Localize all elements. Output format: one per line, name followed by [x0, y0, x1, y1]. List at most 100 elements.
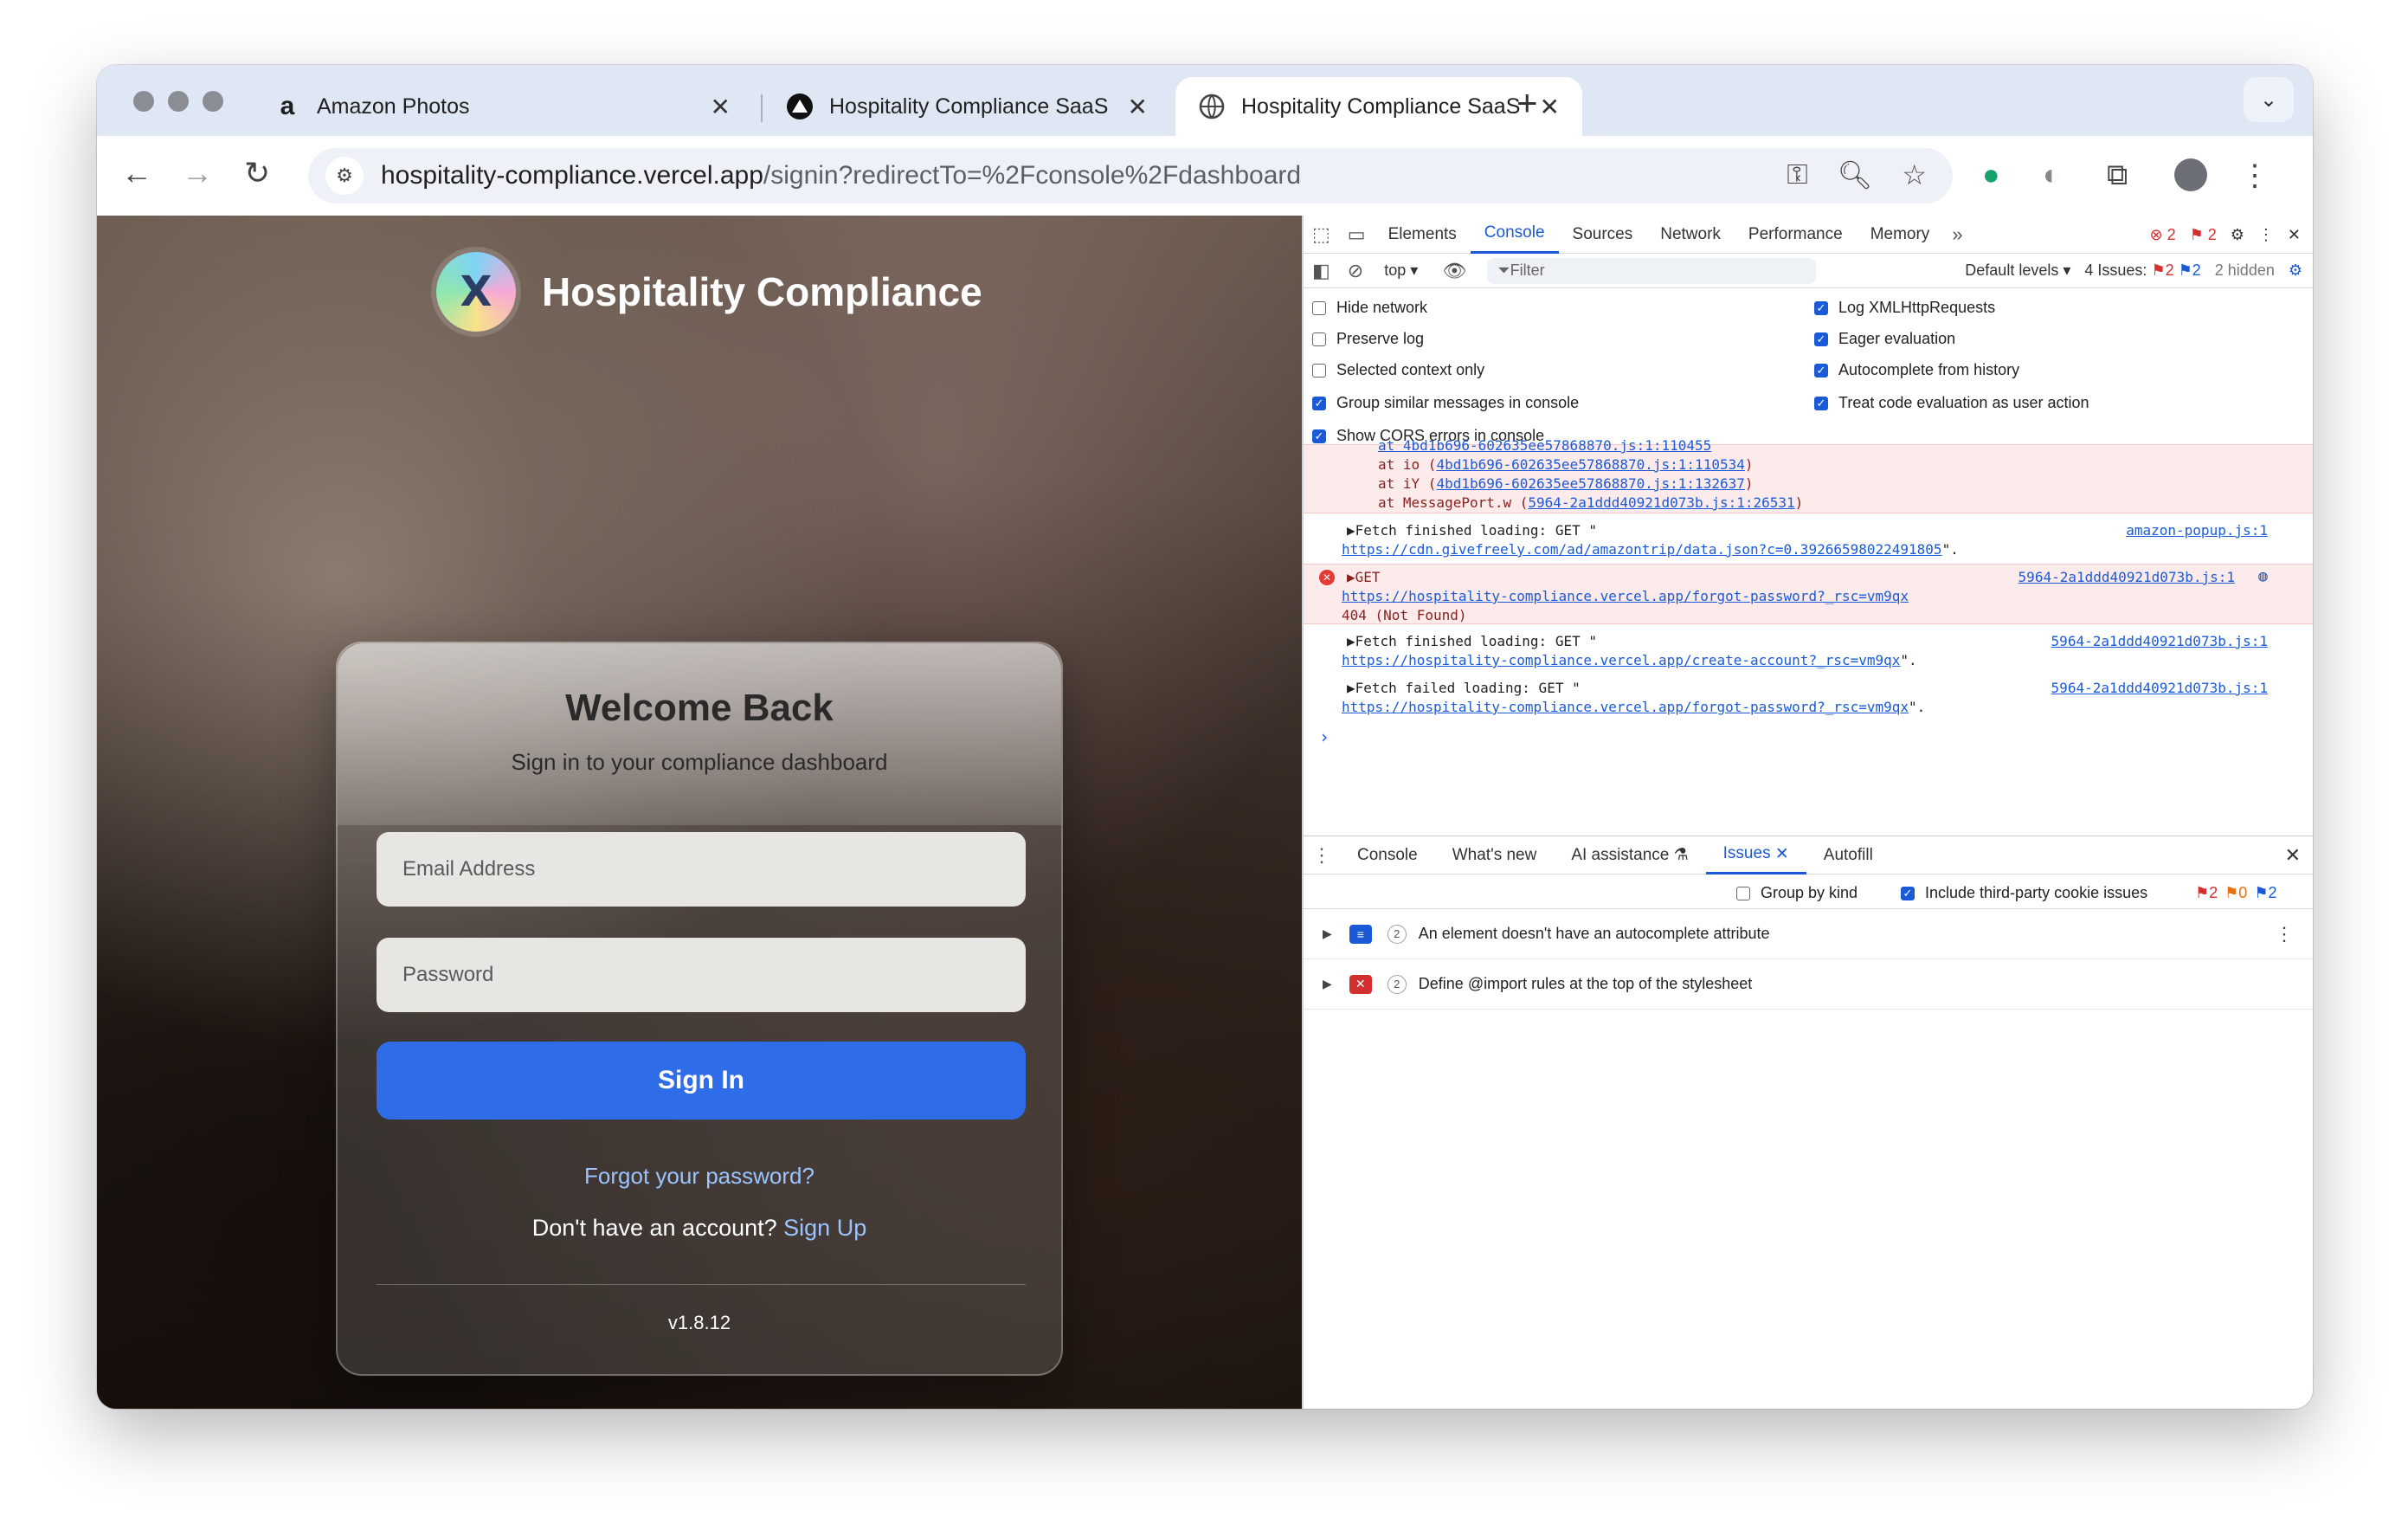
tab-elements[interactable]: Elements: [1375, 216, 1471, 254]
console-source-link[interactable]: 5964-2a1ddd40921d073b.js:1: [2051, 680, 2268, 696]
checkbox-checked[interactable]: ✓: [1901, 886, 1915, 900]
grammarly-extension-icon[interactable]: ●: [1982, 158, 2000, 192]
zoom-icon[interactable]: 🔍︎: [1838, 158, 1873, 191]
checkbox-checked[interactable]: ✓: [1312, 429, 1326, 443]
sidebar-toggle-icon[interactable]: ◧: [1304, 260, 1339, 282]
checkbox-checked[interactable]: ✓: [1814, 300, 1828, 315]
console-message-url: https://cdn.givefreely.com/ad/amazontrip…: [1342, 541, 1959, 558]
signin-subtitle: Sign in to your compliance dashboard: [511, 749, 888, 775]
browser-window: a Amazon Photos ✕ Hospitality Compliance…: [97, 65, 2313, 1409]
drawer-tab-autofill[interactable]: Autofill: [1806, 846, 1890, 865]
error-count-badge[interactable]: ⊗ 2: [2150, 226, 2176, 244]
forward-button[interactable]: →: [182, 155, 213, 191]
option-group-similar[interactable]: ✓ Group similar messages in console: [1312, 394, 1579, 412]
close-tab-icon[interactable]: ✕: [711, 93, 731, 121]
drawer-tab-console[interactable]: Console: [1340, 846, 1435, 865]
tab-performance[interactable]: Performance: [1735, 216, 1857, 254]
issue-row[interactable]: ▶ ≡ 2 An element doesn't have an autocom…: [1304, 909, 2313, 959]
option-log-xhr[interactable]: ✓ Log XMLHttpRequests: [1814, 299, 1995, 317]
sign-in-button[interactable]: Sign In: [377, 1042, 1026, 1120]
forgot-password-link[interactable]: Forgot your password?: [338, 1163, 1061, 1190]
back-button[interactable]: ←: [121, 155, 152, 191]
tab-console[interactable]: Console: [1470, 216, 1559, 254]
option-autocomplete-history[interactable]: ✓ Autocomplete from history: [1814, 361, 2019, 379]
checkbox-checked[interactable]: ✓: [1312, 396, 1326, 410]
close-drawer-icon[interactable]: ✕: [2285, 844, 2301, 867]
drawer-menu-icon[interactable]: ⋮: [1304, 844, 1340, 867]
console-message[interactable]: ▶Fetch finished loading: GET ": [1347, 522, 1597, 539]
live-expression-eye-icon[interactable]: 👁︎: [1433, 260, 1475, 282]
option-eager-eval[interactable]: ✓ Eager evaluation: [1814, 330, 1955, 348]
checkbox[interactable]: [1312, 300, 1326, 315]
console-settings-icon[interactable]: ⚙: [2289, 261, 2302, 280]
browser-menu-icon[interactable]: ⋮: [2240, 158, 2270, 193]
option-hide-network[interactable]: Hide network: [1312, 299, 1427, 317]
extensions-puzzle-icon[interactable]: ⧉: [2107, 158, 2128, 192]
hidden-count: 2 hidden: [2214, 261, 2275, 279]
password-key-icon[interactable]: ⚿: [1787, 158, 1807, 191]
extension-icon[interactable]: ◐: [2043, 158, 2061, 192]
issues-summary[interactable]: 4 Issues: ⚑2 ⚑2: [2084, 261, 2200, 280]
console-message[interactable]: ▶Fetch finished loading: GET ": [1347, 633, 1597, 649]
tab-amazon-photos[interactable]: a Amazon Photos ✕: [251, 77, 753, 136]
issue-count-badge[interactable]: ⚑ 2: [2190, 226, 2217, 244]
password-field[interactable]: [377, 938, 1026, 1012]
option-preserve-log[interactable]: Preserve log: [1312, 330, 1424, 348]
close-window-button[interactable]: [133, 91, 154, 112]
tab-memory[interactable]: Memory: [1857, 216, 1944, 254]
checkbox[interactable]: [1312, 332, 1326, 346]
new-tab-button[interactable]: +: [1516, 82, 1538, 124]
settings-gear-icon[interactable]: ⚙: [2231, 226, 2244, 244]
expand-arrow-icon[interactable]: ▶: [1323, 926, 1332, 941]
close-tab-icon[interactable]: ✕: [1540, 93, 1560, 121]
console-prompt[interactable]: ›: [1319, 726, 1330, 747]
checkbox-checked[interactable]: ✓: [1814, 363, 1828, 378]
tab-hospitality-1[interactable]: Hospitality Compliance SaaS ✕: [763, 77, 1170, 136]
drawer-tab-issues[interactable]: Issues ✕: [1705, 836, 1806, 874]
network-globe-icon[interactable]: ◍: [2258, 567, 2268, 585]
log-levels-dropdown[interactable]: Default levels ▾: [1965, 261, 2070, 280]
reload-button[interactable]: ↻: [244, 155, 270, 191]
drawer-tab-ai-assistance[interactable]: AI assistance ⚗: [1554, 845, 1705, 865]
option-group-by-kind[interactable]: Group by kind: [1736, 884, 1858, 902]
address-bar[interactable]: ⚙ hospitality-compliance.vercel.app/sign…: [308, 148, 1953, 203]
more-tabs-icon[interactable]: »: [1943, 223, 1971, 246]
close-tab-icon[interactable]: ✕: [1775, 844, 1789, 864]
inspect-element-icon[interactable]: ⬚: [1304, 223, 1339, 246]
site-info-icon[interactable]: ⚙: [325, 157, 364, 195]
console-message[interactable]: ▶GET: [1347, 569, 1381, 585]
console-source-link[interactable]: 5964-2a1ddd40921d073b.js:1: [2051, 633, 2268, 649]
drawer-tab-whats-new[interactable]: What's new: [1435, 846, 1555, 865]
url-text[interactable]: hospitality-compliance.vercel.app/signin…: [381, 161, 1301, 190]
tab-search-button[interactable]: ⌄: [2244, 77, 2294, 122]
checkbox-checked[interactable]: ✓: [1814, 396, 1828, 410]
sign-up-link[interactable]: Sign Up: [783, 1215, 866, 1241]
bookmark-star-icon[interactable]: ☆: [1902, 158, 1927, 191]
option-third-party-cookies[interactable]: ✓ Include third-party cookie issues: [1901, 884, 2147, 902]
expand-arrow-icon[interactable]: ▶: [1323, 977, 1332, 991]
device-toolbar-icon[interactable]: ▭: [1339, 223, 1375, 246]
option-treat-as-user-action[interactable]: ✓ Treat code evaluation as user action: [1814, 394, 2089, 412]
maximize-window-button[interactable]: [203, 91, 223, 112]
console-source-link[interactable]: amazon-popup.js:1: [2126, 522, 2268, 539]
clear-console-icon[interactable]: ⊘: [1339, 260, 1372, 282]
tab-network[interactable]: Network: [1646, 216, 1735, 254]
checkbox-checked[interactable]: ✓: [1814, 332, 1828, 346]
issue-row[interactable]: ▶ ✕ 2 Define @import rules at the top of…: [1304, 959, 2313, 1010]
minimize-window-button[interactable]: [168, 91, 189, 112]
email-field[interactable]: [377, 832, 1026, 907]
close-tab-icon[interactable]: ✕: [1128, 93, 1148, 121]
more-options-icon[interactable]: ⋮: [2258, 226, 2274, 244]
console-message[interactable]: ▶Fetch failed loading: GET ": [1347, 680, 1581, 696]
issue-count: 2: [1387, 974, 1407, 994]
close-devtools-icon[interactable]: ✕: [2288, 226, 2301, 244]
more-options-icon[interactable]: ⋮: [2275, 923, 2294, 945]
checkbox[interactable]: [1312, 363, 1326, 378]
console-source-link[interactable]: 5964-2a1ddd40921d073b.js:1: [2018, 569, 2235, 585]
context-selector[interactable]: top ▾: [1384, 261, 1418, 280]
profile-avatar[interactable]: [2174, 158, 2207, 191]
console-filter-input[interactable]: ⏷ Filter: [1487, 257, 1817, 284]
option-selected-context[interactable]: Selected context only: [1312, 361, 1484, 379]
checkbox[interactable]: [1736, 886, 1750, 900]
tab-sources[interactable]: Sources: [1559, 216, 1647, 254]
